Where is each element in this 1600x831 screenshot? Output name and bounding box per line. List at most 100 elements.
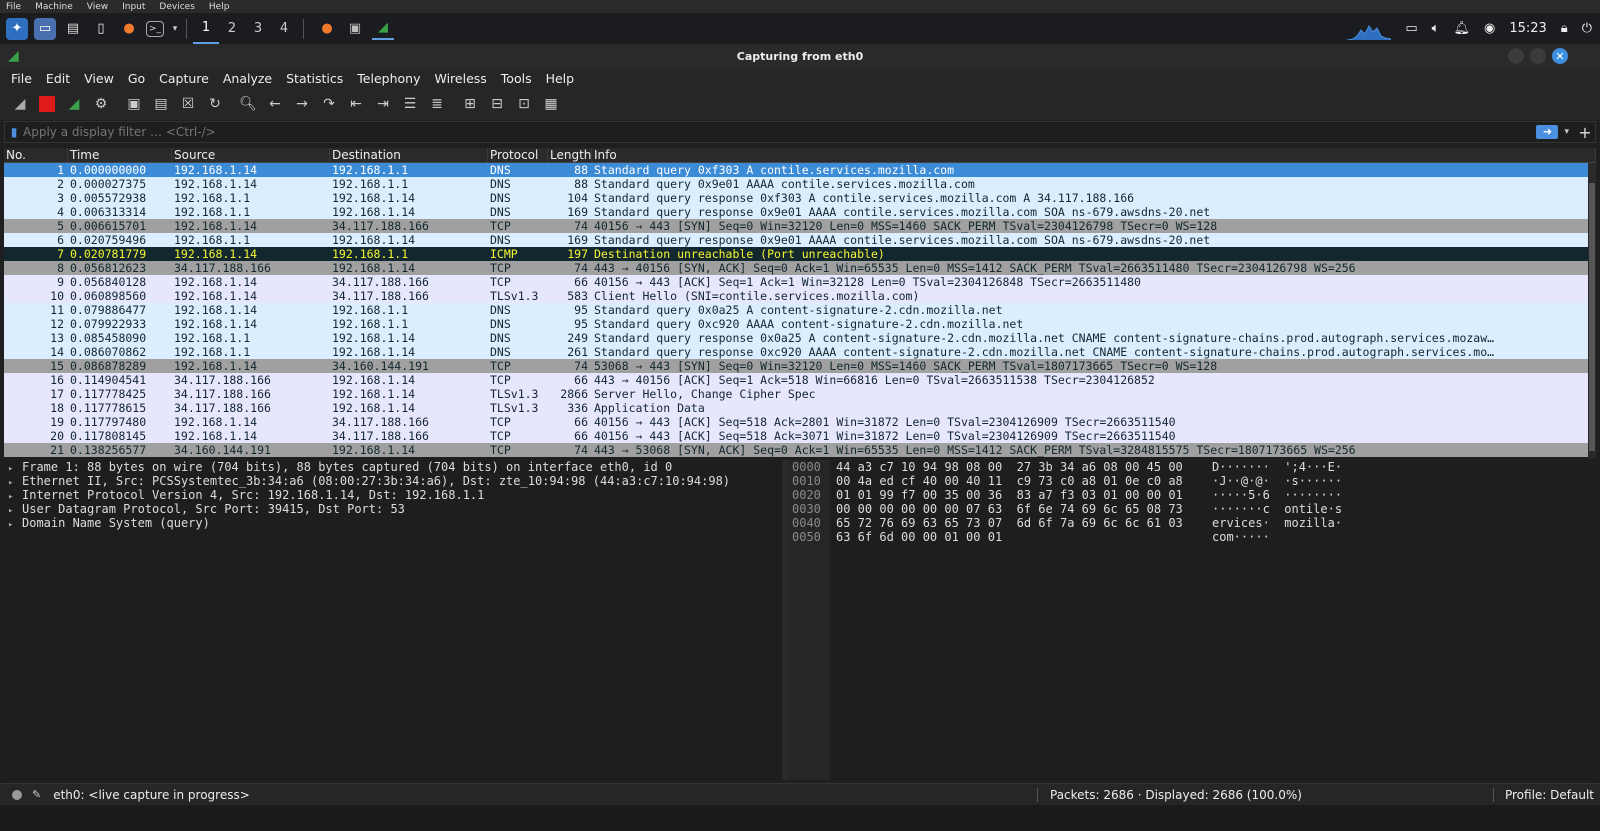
bytes-ascii-line[interactable]: ·······c ontile·s [1212, 502, 1342, 516]
detail-tree-item[interactable]: ▸ User Datagram Protocol, Src Port: 39415… [4, 502, 782, 516]
packet-list[interactable]: No. Time Source Destination Protocol Len… [4, 148, 1596, 458]
restart-capture-icon[interactable]: ◢ [62, 92, 86, 116]
resize-columns-icon[interactable]: ▦ [539, 92, 563, 116]
packet-row[interactable]: 3 0.005572938 192.168.1.1 192.168.1.14 DNS 10… [4, 191, 1596, 205]
bytes-ascii-line[interactable]: D······· ';4···E· [1212, 460, 1342, 474]
packet-list-scrollbar[interactable] [1588, 163, 1596, 458]
menu-analyze[interactable]: Analyze [216, 71, 279, 86]
scrollbar-thumb[interactable] [1589, 183, 1595, 451]
wireshark-window-icon[interactable]: ◢ [372, 18, 394, 40]
open-file-icon[interactable]: ▣ [122, 92, 146, 116]
firefox-icon[interactable]: ● [118, 18, 140, 40]
column-header-time[interactable]: Time [68, 148, 172, 162]
kali-menu-icon[interactable]: ✦ [6, 17, 28, 40]
packet-row[interactable]: 12 0.079922933 192.168.1.14 192.168.1.1 DNS 9… [4, 317, 1596, 331]
vbox-menu-view[interactable]: View [87, 2, 108, 12]
normal-size-icon[interactable]: ⊡ [512, 92, 536, 116]
vbox-menu-input[interactable]: Input [122, 2, 145, 12]
add-filter-button[interactable]: + [1575, 123, 1595, 142]
first-packet-icon[interactable]: ⇤ [344, 92, 368, 116]
workspace-2[interactable]: 2 [219, 13, 245, 44]
vbox-menu-help[interactable]: Help [209, 2, 230, 12]
bytes-hex-line[interactable]: 65 72 76 69 63 65 73 07 6d 6f 7a 69 6c 6… [836, 516, 1183, 530]
vbox-menu-file[interactable]: File [6, 2, 21, 12]
packet-row[interactable]: 15 0.086878289 192.168.1.14 34.160.144.191 T… [4, 359, 1596, 373]
packet-row[interactable]: 8 0.056812623 34.117.188.166 192.168.1.14 TC… [4, 261, 1596, 275]
maximize-button[interactable] [1530, 48, 1546, 64]
menu-edit[interactable]: Edit [39, 71, 77, 86]
packet-row[interactable]: 10 0.060898560 192.168.1.14 34.117.188.166 T… [4, 289, 1596, 303]
terminal-icon[interactable]: >_ [146, 20, 164, 37]
packet-details-pane[interactable]: ▸ Frame 1: 88 bytes on wire (704 bits), 8… [4, 460, 782, 780]
bytes-hex-line[interactable]: 00 4a ed cf 40 00 40 11 c9 73 c0 a8 01 0… [836, 474, 1183, 488]
workspace-4[interactable]: 4 [271, 13, 297, 44]
menu-go[interactable]: Go [121, 71, 152, 86]
zoom-in-icon[interactable]: ⊞ [458, 92, 482, 116]
last-packet-icon[interactable]: ⇥ [371, 92, 395, 116]
packet-row[interactable]: 19 0.117797480 192.168.1.14 34.117.188.166 T… [4, 415, 1596, 429]
workspace-3[interactable]: 3 [245, 13, 271, 44]
bytes-ascii-line[interactable]: com····· [1212, 530, 1342, 544]
text-editor-icon[interactable]: ▯ [90, 18, 112, 40]
start-capture-icon[interactable]: ◢ [8, 92, 32, 116]
column-header-protocol[interactable]: Protocol [488, 148, 548, 162]
clock[interactable]: 15:23 [1509, 21, 1546, 36]
find-packet-icon[interactable]: 🔍︎ [236, 92, 260, 116]
vbox-menu-machine[interactable]: Machine [35, 2, 73, 12]
menu-wireless[interactable]: Wireless [427, 71, 493, 86]
packet-row[interactable]: 2 0.000027375 192.168.1.14 192.168.1.1 DNS 88… [4, 177, 1596, 191]
stop-capture-icon[interactable] [35, 92, 59, 116]
detail-tree-item[interactable]: ▸ Frame 1: 88 bytes on wire (704 bits), 8… [4, 460, 782, 474]
vbox-menu-devices[interactable]: Devices [159, 2, 194, 12]
expand-arrow-icon[interactable]: ▸ [8, 518, 22, 532]
bell-icon[interactable]: 🔔︎ [1453, 21, 1470, 36]
workspace-1[interactable]: 1 [193, 13, 219, 44]
colorize-icon[interactable]: ≣ [425, 92, 449, 116]
detail-tree-item[interactable]: ▸ Ethernet II, Src: PCSSystemtec_3b:34:a6… [4, 474, 782, 488]
packet-row[interactable]: 17 0.117778425 34.117.188.166 192.168.1.14 T… [4, 387, 1596, 401]
go-back-icon[interactable]: ← [263, 92, 287, 116]
menu-telephony[interactable]: Telephony [350, 71, 427, 86]
packet-row[interactable]: 14 0.086070862 192.168.1.1 192.168.1.14 DNS 2… [4, 345, 1596, 359]
column-header-destination[interactable]: Destination [330, 148, 488, 162]
filter-history-icon[interactable]: ▾ [1564, 127, 1569, 137]
close-button[interactable]: ✕ [1552, 48, 1568, 64]
column-header-no[interactable]: No. [4, 148, 68, 162]
menu-statistics[interactable]: Statistics [279, 71, 350, 86]
autoscroll-icon[interactable]: ☰ [398, 92, 422, 116]
packet-bytes-pane[interactable]: 0000 0010 0020 0030 0040 0050 44 a3 c7 10 94 … [788, 460, 1596, 780]
bytes-hex-line[interactable]: 63 6f 6d 00 00 01 00 01 [836, 530, 1183, 544]
packet-row[interactable]: 1 0.000000000 192.168.1.14 192.168.1.1 DNS 88… [4, 163, 1596, 177]
display-filter-input[interactable] [23, 125, 1537, 139]
packet-row[interactable]: 5 0.006615701 192.168.1.14 34.117.188.166 TC… [4, 219, 1596, 233]
packet-row[interactable]: 9 0.056840128 192.168.1.14 34.117.188.166 TC… [4, 275, 1596, 289]
firefox-window-icon[interactable]: ● [316, 18, 338, 40]
menu-tools[interactable]: Tools [494, 71, 539, 86]
desktop-icon[interactable]: ▭ [34, 17, 56, 40]
expert-info-icon[interactable] [12, 789, 22, 800]
bytes-hex-line[interactable]: 01 01 99 f7 00 35 00 36 83 a7 f3 03 01 0… [836, 488, 1183, 502]
menu-file[interactable]: File [4, 71, 39, 86]
zoom-out-icon[interactable]: ⊟ [485, 92, 509, 116]
menu-help[interactable]: Help [539, 71, 582, 86]
close-file-icon[interactable]: ☒ [176, 92, 200, 116]
bytes-hex-line[interactable]: 00 00 00 00 00 00 07 63 6f 6e 74 69 6c 6… [836, 502, 1183, 516]
window-titlebar[interactable]: ◢ Capturing from eth0 ✕ [0, 44, 1600, 68]
bookmark-icon[interactable]: ▮ [5, 125, 23, 139]
packet-row[interactable]: 13 0.085458090 192.168.1.1 192.168.1.14 DNS 2… [4, 331, 1596, 345]
go-to-packet-icon[interactable]: ↷ [317, 92, 341, 116]
terminal-window-icon[interactable]: ▣ [344, 18, 366, 40]
volume-icon[interactable]: 🔈︎ [1432, 21, 1440, 36]
apply-filter-button[interactable]: ➜ [1536, 125, 1559, 139]
column-header-length[interactable]: Length [548, 148, 592, 162]
bytes-ascii-line[interactable]: ·····5·6 ········ [1212, 488, 1342, 502]
bytes-hex-line[interactable]: 44 a3 c7 10 94 98 08 00 27 3b 34 a6 08 0… [836, 460, 1183, 474]
reload-file-icon[interactable]: ↻ [203, 92, 227, 116]
packet-row[interactable]: 21 0.138256577 34.160.144.191 192.168.1.14 T… [4, 443, 1596, 457]
minimize-button[interactable] [1508, 48, 1524, 64]
files-icon[interactable]: ▤ [62, 18, 84, 40]
packet-row[interactable]: 11 0.079886477 192.168.1.14 192.168.1.1 DNS 9… [4, 303, 1596, 317]
power-status-icon[interactable]: ◉ [1484, 21, 1495, 36]
bytes-ascii-line[interactable]: ·J··@·@· ·s······ [1212, 474, 1342, 488]
packet-row[interactable]: 18 0.117778615 34.117.188.166 192.168.1.14 T… [4, 401, 1596, 415]
